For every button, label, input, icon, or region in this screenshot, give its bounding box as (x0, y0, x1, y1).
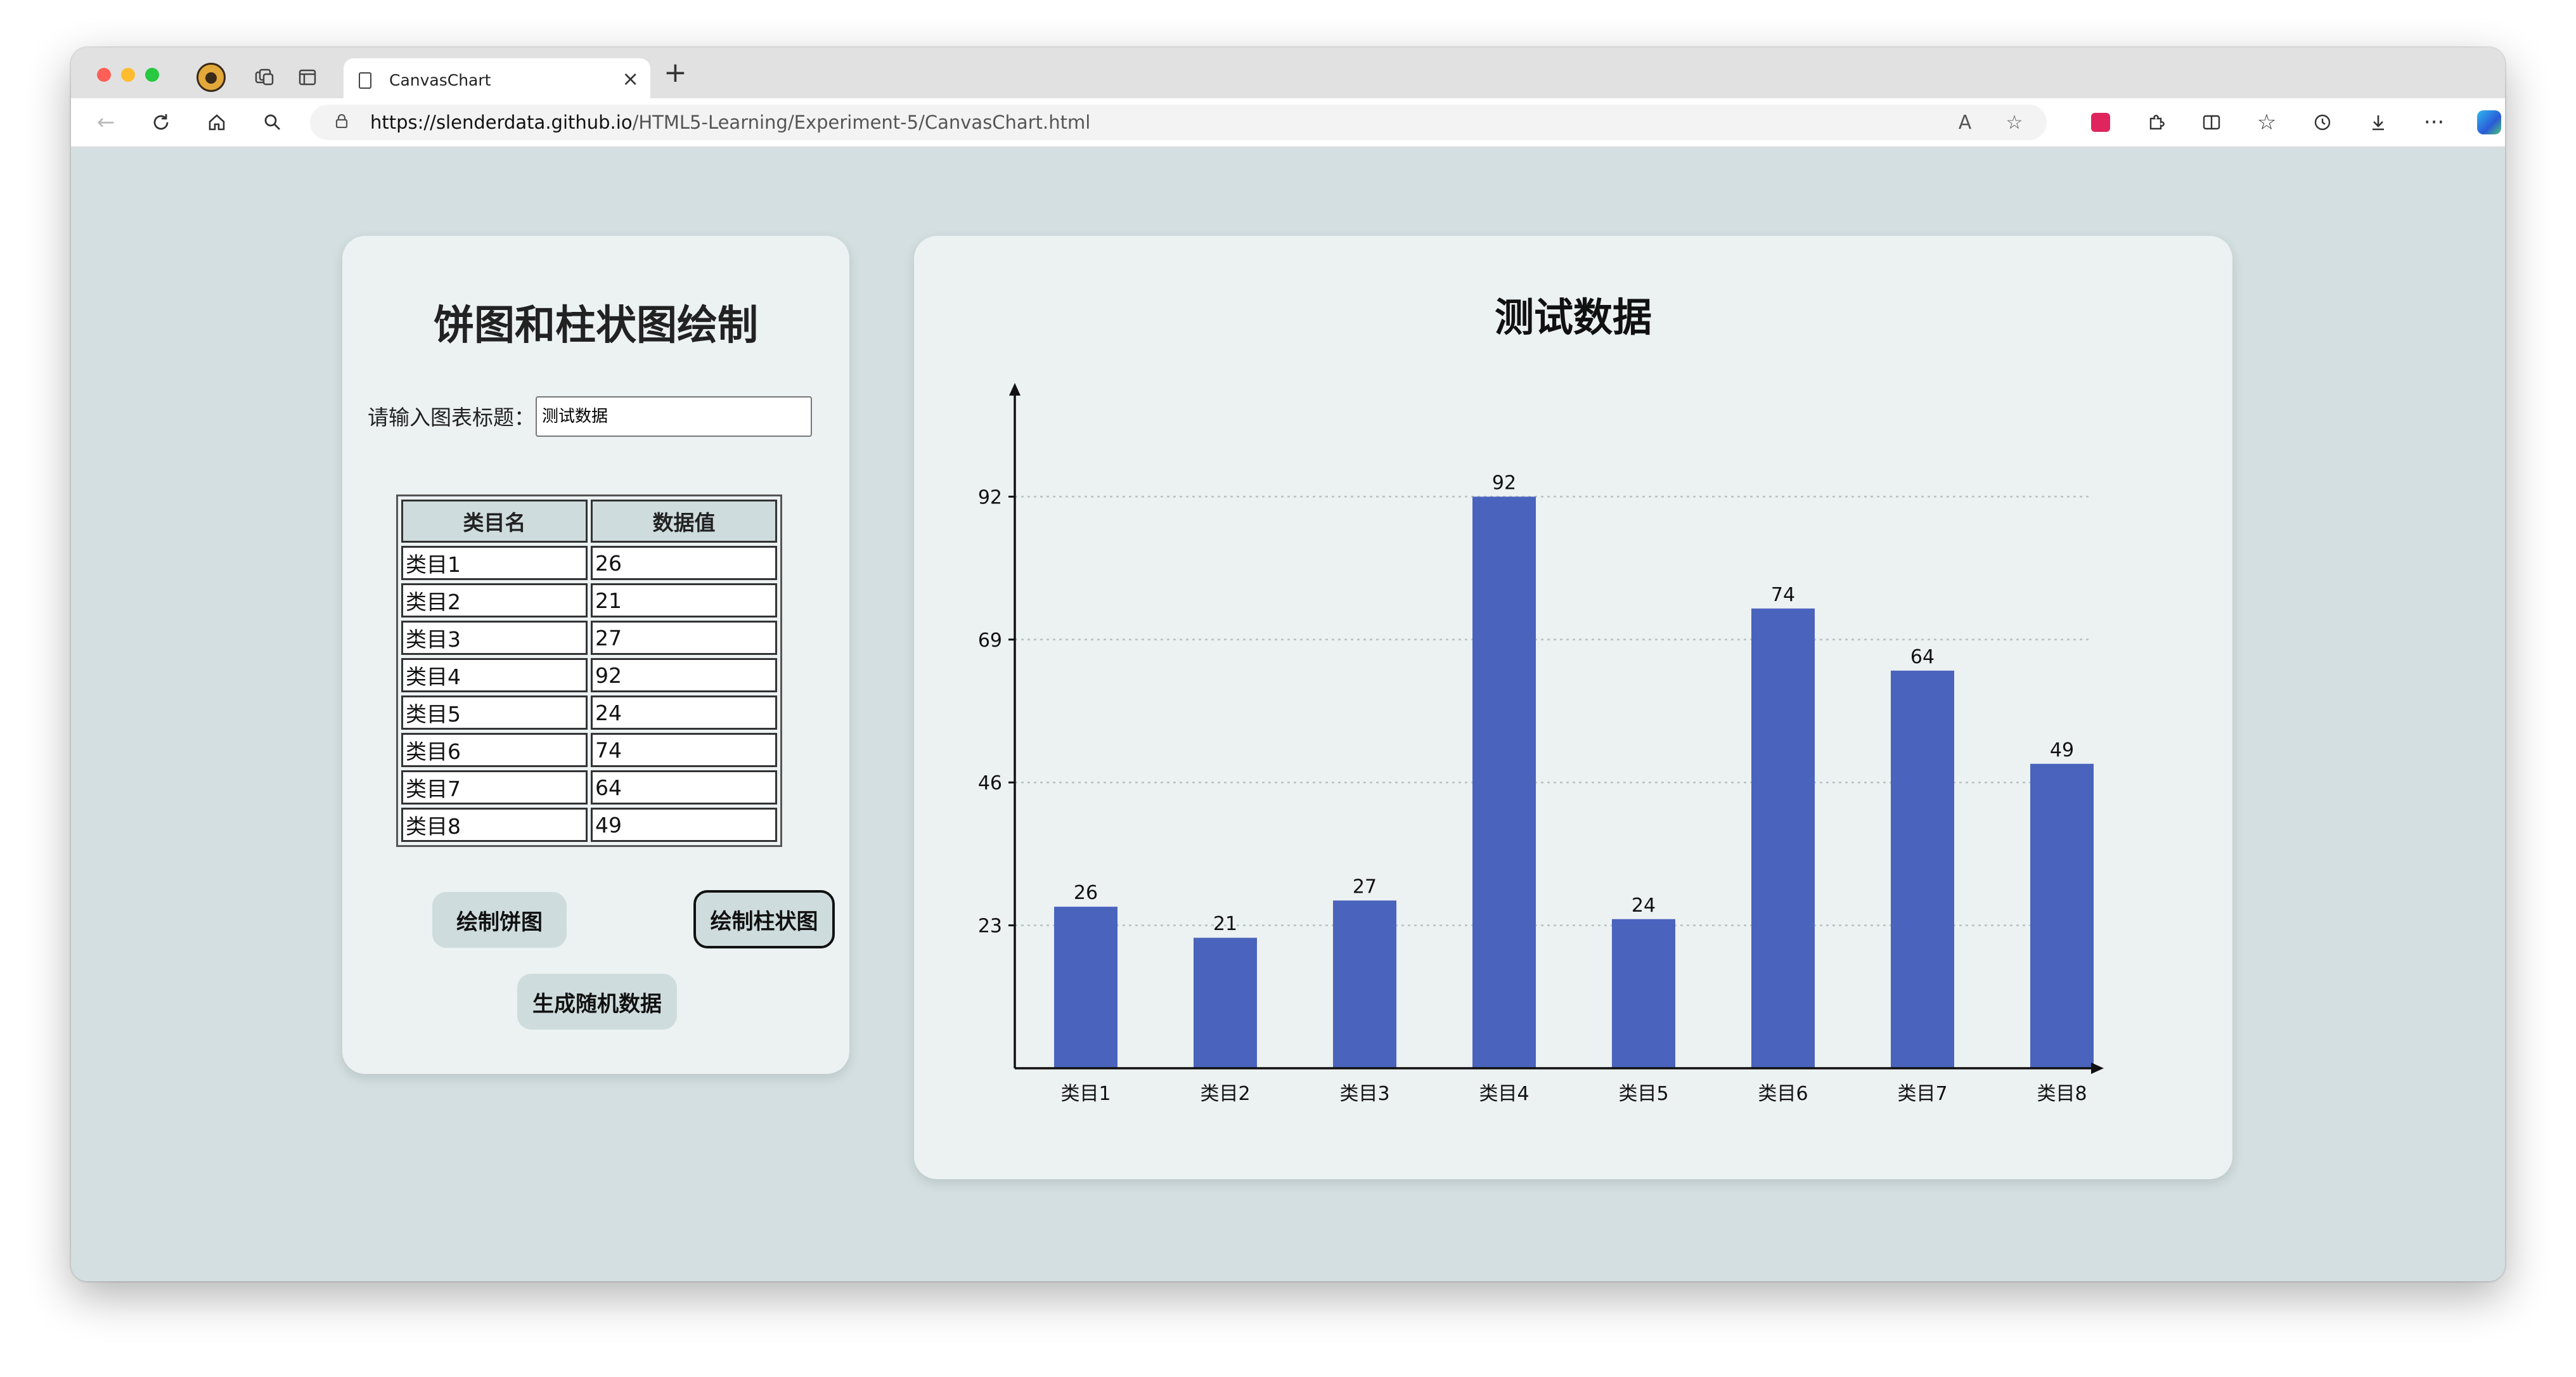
vertical-tabs-icon[interactable] (293, 63, 322, 92)
bar (1612, 919, 1675, 1068)
extension-icon[interactable] (2082, 98, 2120, 146)
collections-icon[interactable] (250, 63, 279, 92)
table-row: 类目8 49 (401, 808, 777, 842)
bar-value-label: 26 (1074, 882, 1098, 904)
y-tick-label: 46 (978, 772, 1002, 794)
bar (1194, 938, 1257, 1068)
read-aloud-icon[interactable]: A (1952, 109, 1978, 136)
bar (1891, 670, 1954, 1068)
category-name-input[interactable]: 类目8 (401, 808, 588, 842)
minimize-window-button[interactable] (121, 68, 135, 82)
data-table: 类目名 数据值 类目1 26 类目2 21 类目3 27 类目4 92 类目5 24 类目… (396, 495, 782, 847)
bar-value-label: 92 (1492, 472, 1516, 494)
bar (1472, 496, 1536, 1068)
bar (1751, 608, 1815, 1068)
category-value-input[interactable]: 92 (591, 658, 777, 692)
url-text: https://slenderdata.github.io/HTML5-Lear… (370, 112, 1091, 133)
browser-toolbar: ← https://slenderdata.github.io/HTML5-Le… (71, 98, 2505, 148)
x-tick-label: 类目3 (1339, 1083, 1389, 1105)
table-row: 类目6 74 (401, 733, 777, 767)
address-bar[interactable]: https://slenderdata.github.io/HTML5-Lear… (310, 105, 2047, 140)
category-name-input[interactable]: 类目7 (401, 770, 588, 805)
page-icon (359, 72, 371, 89)
bar-value-label: 74 (1771, 584, 1795, 606)
control-panel: 饼图和柱状图绘制 请输入图表标题： 测试数据 类目名 数据值 类目1 26 类目2… (342, 236, 849, 1074)
maximize-window-button[interactable] (145, 68, 159, 82)
bar (1054, 907, 1117, 1068)
profile-avatar[interactable] (196, 63, 226, 92)
chart-panel: 测试数据 23 46 69 92 26 类目1 21 类目2 27 类目3 92 类目4 24 类目5 74… (914, 236, 2232, 1179)
tab-bar: CanvasChart × + (71, 48, 2505, 98)
bar (2030, 763, 2094, 1068)
chart-title-label: 请输入图表标题： (368, 405, 535, 430)
category-name-input[interactable]: 类目6 (401, 733, 588, 767)
bar-value-label: 24 (1632, 895, 1656, 917)
category-value-input[interactable]: 24 (591, 695, 777, 730)
close-window-button[interactable] (97, 68, 111, 82)
category-value-input[interactable]: 21 (591, 583, 777, 617)
category-name-input[interactable]: 类目4 (401, 658, 588, 692)
category-value-input[interactable]: 27 (591, 621, 777, 655)
table-row: 类目3 27 (401, 621, 777, 655)
bar-value-label: 64 (1910, 646, 1935, 668)
back-icon[interactable]: ← (87, 98, 125, 146)
category-name-input[interactable]: 类目2 (401, 583, 588, 617)
y-axis-arrow (1009, 383, 1021, 396)
table-row: 类目5 24 (401, 695, 777, 730)
bar (1333, 900, 1396, 1068)
new-tab-icon[interactable]: + (664, 59, 687, 87)
x-tick-label: 类目1 (1060, 1083, 1111, 1105)
y-tick-label: 92 (978, 486, 1002, 508)
draw-bar-button[interactable]: 绘制柱状图 (693, 890, 835, 948)
category-name-input[interactable]: 类目3 (401, 621, 588, 655)
table-row: 类目1 26 (401, 546, 777, 580)
more-menu-icon[interactable]: ··· (2415, 98, 2453, 146)
category-name-input[interactable]: 类目5 (401, 695, 588, 730)
table-row: 类目4 92 (401, 658, 777, 692)
category-value-input[interactable]: 49 (591, 808, 777, 842)
x-tick-label: 类目4 (1479, 1083, 1529, 1105)
x-axis-arrow (2091, 1063, 2104, 1074)
bar-value-label: 21 (1213, 913, 1237, 935)
x-tick-label: 类目7 (1897, 1083, 1947, 1105)
home-icon[interactable] (198, 98, 236, 146)
bar-value-label: 49 (2050, 739, 2074, 761)
panel-heading: 饼图和柱状图绘制 (434, 302, 758, 349)
y-tick-label: 23 (978, 915, 1002, 938)
browser-window: CanvasChart × + ← https://slenderdata.gi… (71, 48, 2505, 1281)
chart-title-input[interactable]: 测试数据 (536, 396, 812, 437)
category-name-input[interactable]: 类目1 (401, 546, 588, 580)
search-icon[interactable] (254, 98, 292, 146)
reload-icon[interactable] (142, 98, 180, 146)
lock-icon[interactable] (335, 114, 348, 128)
close-tab-icon[interactable]: × (622, 68, 639, 89)
category-value-input[interactable]: 74 (591, 733, 777, 767)
x-tick-label: 类目5 (1618, 1083, 1668, 1105)
copilot-icon[interactable] (2470, 98, 2505, 146)
tab-title: CanvasChart (389, 71, 491, 89)
category-value-input[interactable]: 26 (591, 546, 777, 580)
favorite-star-icon[interactable]: ☆ (2001, 109, 2028, 136)
history-icon[interactable] (2303, 98, 2341, 146)
bar-value-label: 27 (1353, 876, 1377, 898)
x-tick-label: 类目6 (1758, 1083, 1808, 1105)
download-icon[interactable] (2359, 98, 2397, 146)
table-row: 类目7 64 (401, 770, 777, 805)
column-header-name: 类目名 (401, 500, 588, 543)
y-tick-label: 69 (978, 630, 1002, 652)
draw-pie-button[interactable]: 绘制饼图 (432, 892, 567, 948)
table-row: 类目2 21 (401, 583, 777, 617)
random-data-button[interactable]: 生成随机数据 (517, 974, 677, 1030)
extensions-puzzle-icon[interactable] (2137, 98, 2175, 146)
tab-canvaschart[interactable]: CanvasChart × (344, 58, 650, 98)
x-tick-label: 类目8 (2037, 1083, 2087, 1105)
x-tick-label: 类目2 (1200, 1083, 1250, 1105)
column-header-value: 数据值 (591, 500, 777, 543)
category-value-input[interactable]: 64 (591, 770, 777, 805)
favorites-icon[interactable]: ☆ (2248, 98, 2286, 146)
split-screen-icon[interactable] (2193, 98, 2231, 146)
bar-chart: 23 46 69 92 26 类目1 21 类目2 27 类目3 92 类目4 24 类目5 74 类目6 64… (978, 383, 2104, 1105)
